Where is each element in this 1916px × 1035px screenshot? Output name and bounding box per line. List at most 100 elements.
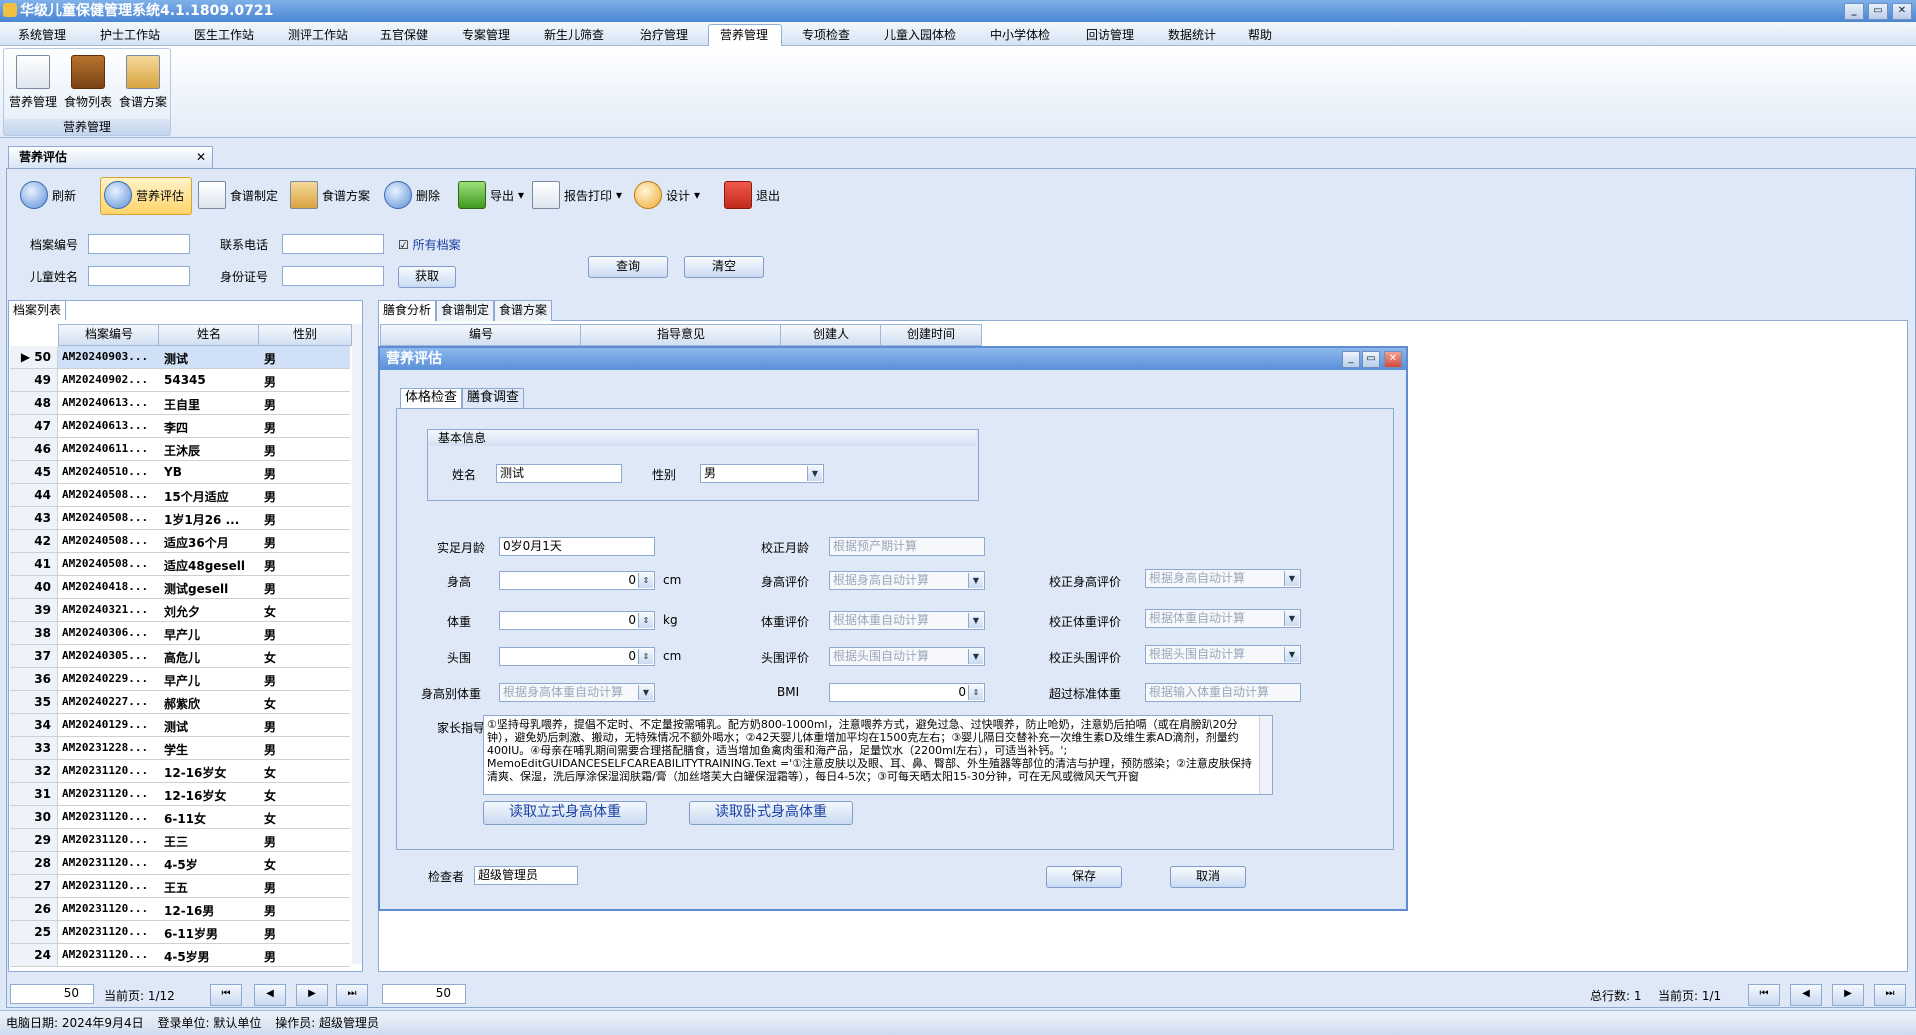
read-standing-button[interactable]: 读取立式身高体重 (483, 801, 647, 825)
table-row[interactable]: 48 AM20240613... 王自里 男 (10, 392, 350, 415)
export-button[interactable]: 导出 ▾ (458, 178, 524, 212)
tab-physical-exam[interactable]: 体格检查 (400, 388, 463, 409)
menu-item-kindergarten[interactable]: 儿童入园体检 (884, 26, 956, 43)
checker-field[interactable]: 超级管理员 (474, 866, 578, 885)
table-row[interactable]: 32 AM20231120... 12-16岁女 女 (10, 760, 350, 783)
table-row[interactable]: ▶ 50 AM20240903... 测试 男 (10, 346, 350, 369)
table-row[interactable]: 35 AM20240227... 郝紫欣 女 (10, 691, 350, 714)
corr-head-select[interactable]: 根据头围自动计算 ▼ (1145, 645, 1301, 664)
right-first-page-button[interactable]: ⏮ (1748, 984, 1780, 1006)
table-row[interactable]: 28 AM20231120... 4-5岁 女 (10, 852, 350, 875)
phone-input[interactable] (282, 234, 384, 254)
menu-item-treatment[interactable]: 治疗管理 (640, 26, 688, 43)
last-page-button[interactable]: ⏭ (336, 984, 368, 1006)
table-row[interactable]: 30 AM20231120... 6-11女 女 (10, 806, 350, 829)
over-weight-field[interactable]: 根据输入体重自动计算 (1145, 683, 1301, 702)
table-row[interactable]: 42 AM20240508... 适应36个月 男 (10, 530, 350, 553)
weight-field[interactable]: 0 ⇕ (499, 611, 655, 630)
cancel-button[interactable]: 取消 (1170, 866, 1246, 888)
restore-icon[interactable]: ▭ (1868, 3, 1888, 20)
bmi-field[interactable]: 0 ⇕ (829, 683, 985, 702)
doc-tab-nutrition-eval[interactable]: 营养评估 ✕ (8, 146, 213, 168)
ribbon-recipe-button[interactable]: 食谱方案 (117, 55, 169, 110)
tab-diet-analysis[interactable]: 膳食分析 (378, 300, 437, 321)
menu-item-case[interactable]: 专案管理 (462, 26, 510, 43)
query-button[interactable]: 查询 (588, 256, 668, 278)
tab-diet-survey[interactable]: 膳食调查 (462, 388, 525, 409)
corr-weight-select[interactable]: 根据体重自动计算 ▼ (1145, 609, 1301, 628)
sex-select[interactable]: 男 ▼ (700, 464, 824, 483)
header-record-no[interactable]: 档案编号 (58, 324, 160, 346)
idcard-input[interactable] (282, 266, 384, 286)
record-no-input[interactable] (88, 234, 190, 254)
table-row[interactable]: 36 AM20240229... 早产儿 男 (10, 668, 350, 691)
fetch-button[interactable]: 获取 (398, 266, 456, 288)
menu-item-stats[interactable]: 数据统计 (1168, 26, 1216, 43)
child-name-input[interactable] (88, 266, 190, 286)
left-scrollbar[interactable] (352, 324, 362, 964)
header-create-time[interactable]: 创建时间 (880, 324, 982, 346)
header-sex[interactable]: 性别 (258, 324, 352, 346)
design-button[interactable]: 设计 ▾ (634, 178, 700, 212)
table-row[interactable]: 37 AM20240305... 高危儿 女 (10, 645, 350, 668)
table-row[interactable]: 27 AM20231120... 王五 男 (10, 875, 350, 898)
tab-recipe-plan[interactable]: 食谱方案 (494, 300, 553, 321)
header-guidance[interactable]: 指导意见 (580, 324, 782, 346)
dialog-maximize-icon[interactable]: ▭ (1362, 351, 1380, 368)
next-page-button[interactable]: ▶ (296, 984, 328, 1006)
header-creator[interactable]: 创建人 (780, 324, 882, 346)
record-list-tab[interactable]: 档案列表 (8, 300, 66, 320)
table-row[interactable]: 49 AM20240902... 54345 男 (10, 369, 350, 392)
close-icon[interactable]: ✕ (1892, 3, 1912, 20)
dialog-minimize-icon[interactable]: _ (1342, 351, 1360, 368)
table-row[interactable]: 29 AM20231120... 王三 男 (10, 829, 350, 852)
table-row[interactable]: 26 AM20231120... 12-16男 男 (10, 898, 350, 921)
table-row[interactable]: 47 AM20240613... 李四 男 (10, 415, 350, 438)
head-eval-select[interactable]: 根据头围自动计算 ▼ (829, 647, 985, 666)
head-field[interactable]: 0 ⇕ (499, 647, 655, 666)
ribbon-food-list-button[interactable]: 食物列表 (62, 55, 114, 110)
age-field[interactable]: 0岁0月1天 (499, 537, 655, 556)
recipe-plan-button[interactable]: 食谱方案 (290, 178, 370, 212)
save-button[interactable]: 保存 (1046, 866, 1122, 888)
menu-item-system[interactable]: 系统管理 (18, 26, 66, 43)
guide-textarea[interactable]: ①坚持母乳喂养，提倡不定时、不定量按需哺乳。配方奶800-1000ml，注意喂养… (483, 715, 1273, 795)
header-name[interactable]: 姓名 (158, 324, 260, 346)
close-tab-icon[interactable]: ✕ (196, 147, 206, 167)
weight-eval-select[interactable]: 根据体重自动计算 ▼ (829, 611, 985, 630)
left-page-size-input[interactable]: 50 (10, 984, 94, 1004)
guide-scrollbar[interactable] (1259, 716, 1272, 794)
recipe-make-button[interactable]: 食谱制定 (198, 178, 278, 212)
table-row[interactable]: 43 AM20240508... 1岁1月26 ... 男 (10, 507, 350, 530)
right-prev-page-button[interactable]: ◀ (1790, 984, 1822, 1006)
table-row[interactable]: 44 AM20240508... 15个月适应 男 (10, 484, 350, 507)
nutrition-eval-button[interactable]: 营养评估 (104, 178, 184, 212)
table-row[interactable]: 39 AM20240321... 刘允夕 女 (10, 599, 350, 622)
height-eval-select[interactable]: 根据身高自动计算 ▼ (829, 571, 985, 590)
menu-item-help[interactable]: 帮助 (1248, 26, 1272, 43)
right-next-page-button[interactable]: ▶ (1832, 984, 1864, 1006)
dialog-close-icon[interactable]: ✕ (1384, 351, 1402, 368)
clear-button[interactable]: 清空 (684, 256, 764, 278)
menu-item-school[interactable]: 中小学体检 (990, 26, 1050, 43)
height-field[interactable]: 0 ⇕ (499, 571, 655, 590)
menu-item-nutrition[interactable]: 营养管理 (720, 26, 768, 43)
read-lying-button[interactable]: 读取卧式身高体重 (689, 801, 853, 825)
report-print-button[interactable]: 报告打印 ▾ (532, 178, 622, 212)
table-row[interactable]: 25 AM20231120... 6-11岁男 男 (10, 921, 350, 944)
all-records-checkbox[interactable]: ☑ 所有档案 (398, 236, 461, 253)
table-row[interactable]: 46 AM20240611... 王沐辰 男 (10, 438, 350, 461)
table-row[interactable]: 24 AM20231120... 4-5岁男 男 (10, 944, 350, 967)
corr-age-field[interactable]: 根据预产期计算 (829, 537, 985, 556)
table-row[interactable]: 45 AM20240510... YB 男 (10, 461, 350, 484)
first-page-button[interactable]: ⏮ (210, 984, 242, 1006)
table-row[interactable]: 31 AM20231120... 12-16岁女 女 (10, 783, 350, 806)
corr-height-select[interactable]: 根据身高自动计算 ▼ (1145, 569, 1301, 588)
header-id[interactable]: 编号 (380, 324, 582, 346)
tab-recipe-make[interactable]: 食谱制定 (436, 300, 495, 321)
prev-page-button[interactable]: ◀ (254, 984, 286, 1006)
minimize-icon[interactable]: _ (1844, 3, 1864, 20)
exit-button[interactable]: 退出 (724, 178, 780, 212)
table-row[interactable]: 40 AM20240418... 测试gesell 男 (10, 576, 350, 599)
table-row[interactable]: 34 AM20240129... 测试 男 (10, 714, 350, 737)
